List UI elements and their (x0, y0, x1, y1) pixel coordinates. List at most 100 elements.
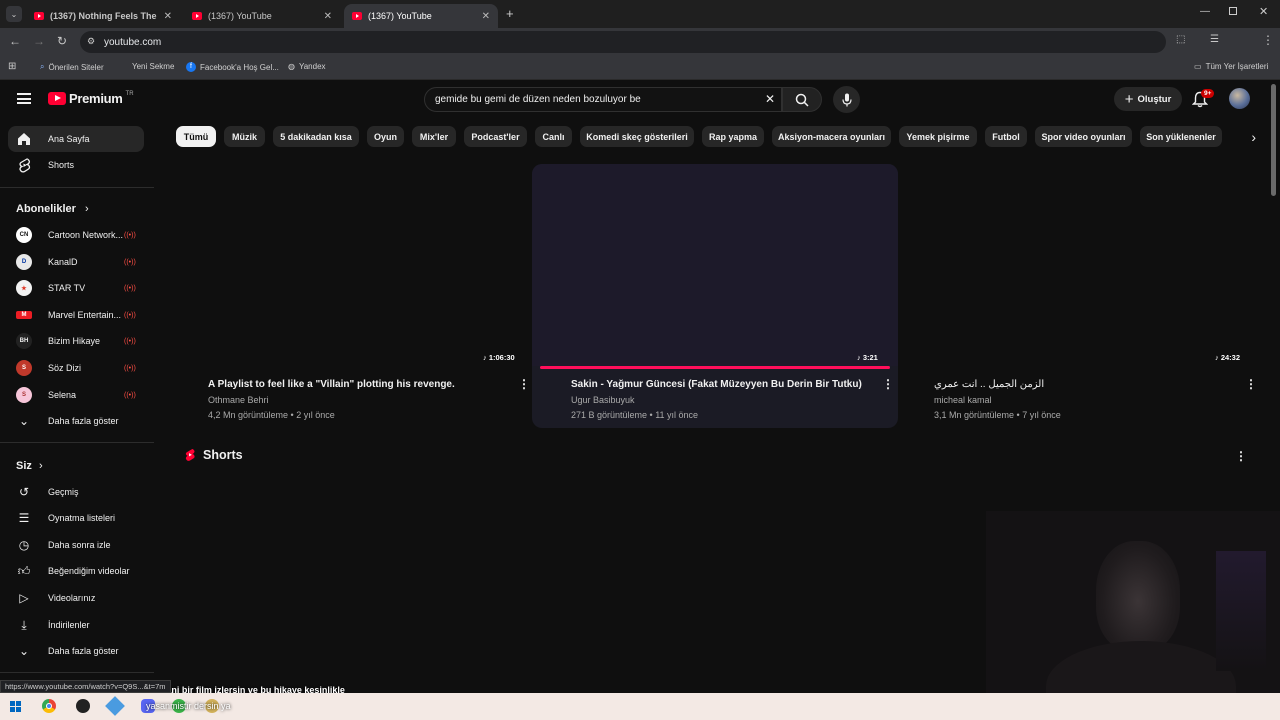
microphone-icon (841, 93, 852, 106)
media-controls-icon[interactable]: ☰ (1210, 34, 1219, 45)
channel-name[interactable]: Othmane Behri (208, 395, 269, 405)
chip-cooking[interactable]: Yemek pişirme (899, 126, 977, 147)
more-options-icon[interactable]: ⋮ (1245, 377, 1257, 391)
sidebar-item-home[interactable]: Ana Sayfa (8, 126, 144, 152)
chip-rap[interactable]: Rap yapma (702, 126, 764, 147)
browser-tab-1[interactable]: (1367) Nothing Feels The Sam ✕ (26, 4, 180, 28)
bookmark-item[interactable]: ⌕ Önerilen Siteler (40, 62, 104, 72)
video-card-hovered[interactable]: ♪ 3:21 Sakin - Yağmur Güncesi (Fakat Müz… (532, 164, 898, 428)
apps-icon[interactable]: ⊞ (8, 61, 16, 72)
video-thumbnail[interactable] (532, 164, 898, 366)
video-card[interactable]: ♪ 24:32 الزمن الجميل .. انت عمري micheal… (900, 164, 1262, 428)
close-window-button[interactable]: ✕ (1259, 5, 1268, 18)
sidebar-item-shorts[interactable]: Shorts (8, 152, 144, 178)
sidebar-item-history[interactable]: ↺ Geçmiş (8, 479, 144, 505)
subscriptions-heading[interactable]: Abonelikler › (16, 203, 89, 215)
chip-live[interactable]: Canlı (535, 126, 572, 147)
windows-start-icon[interactable] (10, 701, 21, 712)
download-icon: ⤓ (21, 617, 27, 632)
video-title[interactable]: Sakin - Yağmur Güncesi (Fakat Müzeyyen B… (571, 379, 862, 390)
chip-comedy[interactable]: Komedi skeç gösterileri (580, 126, 694, 147)
subscription-item-cartoon-network[interactable]: CN Cartoon Network... ((•)) (8, 222, 144, 248)
video-card[interactable]: ♪ 1:06:30 A Playlist to feel like a "Vil… (170, 164, 532, 428)
sidebar-item-your-videos[interactable]: ▷ Videolarınız (8, 585, 144, 611)
page-scrollbar[interactable] (1271, 84, 1276, 196)
more-options-icon[interactable]: ⋮ (518, 377, 530, 391)
chrome-icon[interactable] (42, 699, 56, 713)
tab-search-button[interactable]: ⌄ (6, 6, 22, 22)
chip-podcasts[interactable]: Podcast'ler (464, 126, 527, 147)
app-icon[interactable] (105, 696, 125, 716)
app-icon[interactable] (76, 699, 90, 713)
chip-action-adventure[interactable]: Aksiyon-macera oyunları (772, 126, 891, 147)
sidebar-divider (0, 672, 154, 673)
live-icon: ((•)) (124, 311, 136, 319)
tab-close-icon[interactable]: ✕ (482, 11, 490, 22)
chip-football[interactable]: Futbol (985, 126, 1027, 147)
shorts-more-options-icon[interactable]: ⋮ (1235, 449, 1247, 463)
browser-menu-icon[interactable]: ⋮ (1262, 33, 1274, 47)
video-title[interactable]: A Playlist to feel like a "Villain" plot… (208, 379, 455, 390)
subscription-item-marvel[interactable]: M Marvel Entertain... ((•)) (8, 302, 144, 328)
new-tab-button[interactable]: + (506, 6, 514, 21)
reload-icon[interactable]: ↻ (57, 34, 67, 48)
sidebar-item-liked-videos[interactable]: 👍︎ Beğendiğim videolar (8, 558, 144, 584)
extensions-icon[interactable]: ⬚ (1176, 34, 1185, 45)
search-button[interactable] (782, 87, 822, 112)
subscription-item-bizim-hikaye[interactable]: BH Bizim Hikaye ((•)) (8, 328, 144, 354)
duration-badge: ♪ 1:06:30 (483, 353, 515, 362)
notifications-button[interactable]: 9+ (1191, 89, 1215, 113)
all-bookmarks-button[interactable]: ▭ Tüm Yer İşaretleri (1194, 62, 1268, 71)
bookmark-item[interactable]: f Facebook'a Hoş Gel... (186, 62, 279, 72)
clear-search-icon[interactable]: ✕ (765, 92, 775, 106)
channel-name[interactable]: micheal kamal (934, 395, 992, 405)
site-info-icon[interactable]: ⚙ (87, 36, 95, 47)
subscription-item-kanald[interactable]: D KanalD ((•)) (8, 249, 144, 275)
restore-button[interactable] (1229, 7, 1237, 15)
chip-gaming[interactable]: Oyun (367, 126, 404, 147)
browser-tab-2[interactable]: (1367) YouTube ✕ (184, 4, 340, 28)
search-input[interactable]: gemide bu gemi de düzen neden bozuluyor … (424, 87, 782, 112)
hamburger-menu-icon[interactable] (17, 93, 31, 104)
create-button[interactable]: + Oluştur (1114, 87, 1182, 111)
youtube-premium-logo[interactable]: Premium TR (48, 91, 134, 106)
bookmark-item[interactable]: Yeni Sekme (132, 62, 174, 71)
sidebar-item-downloads[interactable]: ⤓ İndirilenler (8, 612, 144, 638)
more-options-icon[interactable]: ⋮ (882, 377, 894, 391)
live-icon: ((•)) (124, 391, 136, 399)
chip-music[interactable]: Müzik (224, 126, 265, 147)
you-show-more[interactable]: ⌄ Daha fazla göster (8, 638, 144, 664)
bookmark-item[interactable]: ◍ Yandex (288, 62, 326, 71)
subscriptions-show-more[interactable]: ⌄ Daha fazla göster (8, 408, 144, 434)
address-input[interactable]: ⚙ youtube.com (80, 31, 1166, 53)
channel-name[interactable]: Ugur Basibuyuk (571, 395, 635, 405)
tab-title: (1367) YouTube (368, 11, 432, 21)
chip-short-videos[interactable]: 5 dakikadan kısa (273, 126, 359, 147)
subscription-item-star-tv[interactable]: ★ STAR TV ((•)) (8, 275, 144, 301)
minimize-button[interactable]: — (1200, 6, 1210, 17)
forward-icon[interactable]: → (33, 34, 45, 48)
tab-close-icon[interactable]: ✕ (324, 11, 332, 22)
video-thumbnail[interactable] (900, 164, 1260, 366)
browser-tab-3[interactable]: (1367) YouTube ✕ (344, 4, 498, 28)
you-heading[interactable]: Siz › (16, 460, 43, 472)
back-icon[interactable]: ← (9, 34, 21, 48)
tab-close-icon[interactable]: ✕ (164, 11, 172, 22)
channel-avatar: M (16, 311, 32, 319)
sidebar-item-watch-later[interactable]: ◷ Daha sonra izle (8, 532, 144, 558)
video-thumbnail[interactable] (170, 164, 530, 366)
chips-next-button[interactable]: › (1230, 122, 1270, 151)
subscription-item-soz-dizi[interactable]: S Söz Dizi ((•)) (8, 355, 144, 381)
subscription-item-selena[interactable]: S Selena ((•)) (8, 382, 144, 408)
video-meta: 3,1 Mn görüntüleme • 7 yıl önce (934, 410, 1061, 420)
live-icon: ((•)) (124, 231, 136, 239)
sidebar-item-playlists[interactable]: ☰ Oynatma listeleri (8, 505, 144, 531)
chip-recently-uploaded[interactable]: Son yüklenenler (1140, 126, 1222, 147)
chip-all[interactable]: Tümü (176, 126, 216, 147)
chip-sports-games[interactable]: Spor video oyunları (1035, 126, 1132, 147)
video-title[interactable]: الزمن الجميل .. انت عمري (934, 379, 1044, 390)
account-avatar[interactable] (1229, 88, 1250, 109)
browser-tab-bar: ⌄ (1367) Nothing Feels The Sam ✕ (1367) … (0, 0, 1280, 28)
chip-mixes[interactable]: Mix'ler (412, 126, 456, 147)
voice-search-button[interactable] (833, 86, 860, 113)
